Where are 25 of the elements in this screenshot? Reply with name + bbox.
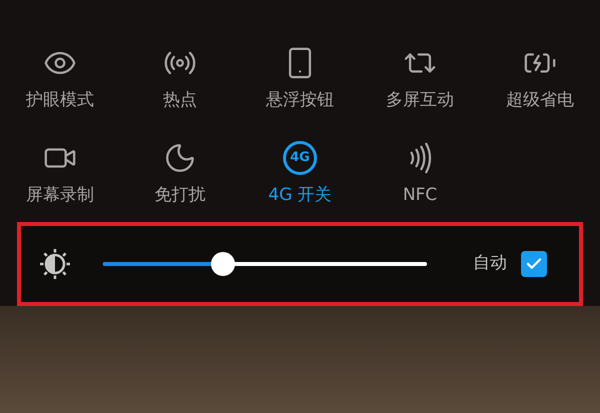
auto-label: 自动	[473, 252, 507, 276]
tile-label: NFC	[402, 187, 438, 204]
tile-label: 免打扰	[154, 187, 206, 204]
tile-label: 悬浮按钮	[266, 92, 334, 109]
tile-label: 护眼模式	[26, 92, 94, 109]
quick-setting-tile[interactable]: 屏幕录制	[0, 139, 120, 204]
network-icon: 4G	[283, 141, 317, 175]
quick-setting-tile[interactable]: 4G 4G 开关	[240, 139, 360, 204]
tile-label: 超级省电	[506, 92, 574, 109]
auto-checkbox[interactable]	[521, 251, 547, 277]
tile-label: 多屏互动	[386, 92, 454, 109]
quick-setting-tile[interactable]: 护眼模式	[0, 44, 120, 109]
quick-setting-tile[interactable]: 悬浮按钮	[240, 44, 360, 109]
quick-setting-tile[interactable]: 多屏互动	[360, 44, 480, 109]
slider-thumb[interactable]	[210, 252, 235, 276]
quick-setting-tile[interactable]: 热点	[120, 44, 240, 109]
moon-icon	[163, 141, 197, 175]
tile-label: 屏幕录制	[26, 187, 94, 204]
quick-setting-tile[interactable]: 超级省电	[480, 44, 600, 109]
tile-label: 热点	[163, 92, 197, 109]
brightness-slider[interactable]	[103, 251, 427, 277]
tile-label: 4G 开关	[268, 187, 332, 204]
quick-setting-tile[interactable]: 免打扰	[120, 139, 240, 204]
brightness-icon	[37, 246, 73, 282]
quick-setting-tile[interactable]: NFC	[360, 139, 480, 204]
